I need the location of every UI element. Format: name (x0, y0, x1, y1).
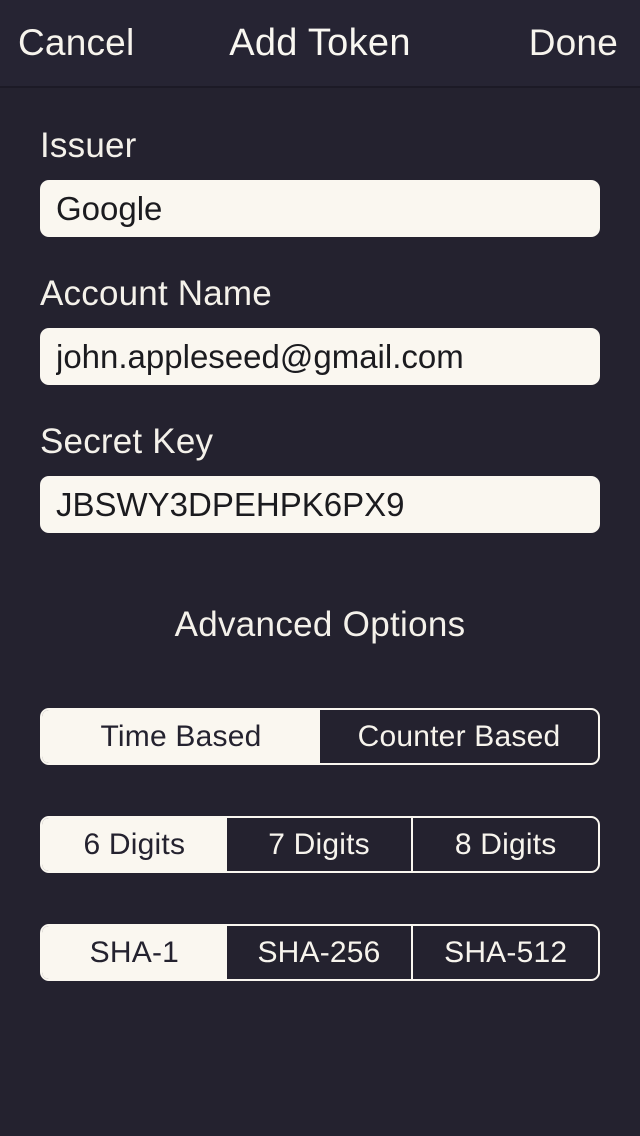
segment-8-digits[interactable]: 8 Digits (411, 818, 598, 871)
segment-counter-based[interactable]: Counter Based (320, 710, 598, 763)
advanced-options-heading: Advanced Options (174, 605, 466, 644)
navigation-bar: Cancel Add Token Done (0, 0, 640, 88)
segment-time-based[interactable]: Time Based (42, 710, 320, 763)
segment-sha-512[interactable]: SHA-512 (411, 926, 598, 979)
algorithm-segmented-control: SHA-1 SHA-256 SHA-512 (40, 924, 600, 981)
add-token-screen: Cancel Add Token Done Issuer Account Nam… (0, 0, 640, 1136)
issuer-label: Issuer (40, 126, 137, 165)
account-name-label: Account Name (40, 274, 272, 313)
segment-sha-1[interactable]: SHA-1 (42, 926, 227, 979)
issuer-input[interactable] (40, 180, 600, 237)
secret-key-input[interactable] (40, 476, 600, 533)
done-button[interactable]: Done (529, 0, 618, 86)
segment-6-digits[interactable]: 6 Digits (42, 818, 227, 871)
secret-key-label: Secret Key (40, 422, 214, 461)
token-type-segmented-control: Time Based Counter Based (40, 708, 600, 765)
segment-sha-256[interactable]: SHA-256 (227, 926, 412, 979)
account-name-input[interactable] (40, 328, 600, 385)
digits-segmented-control: 6 Digits 7 Digits 8 Digits (40, 816, 600, 873)
segment-7-digits[interactable]: 7 Digits (227, 818, 412, 871)
